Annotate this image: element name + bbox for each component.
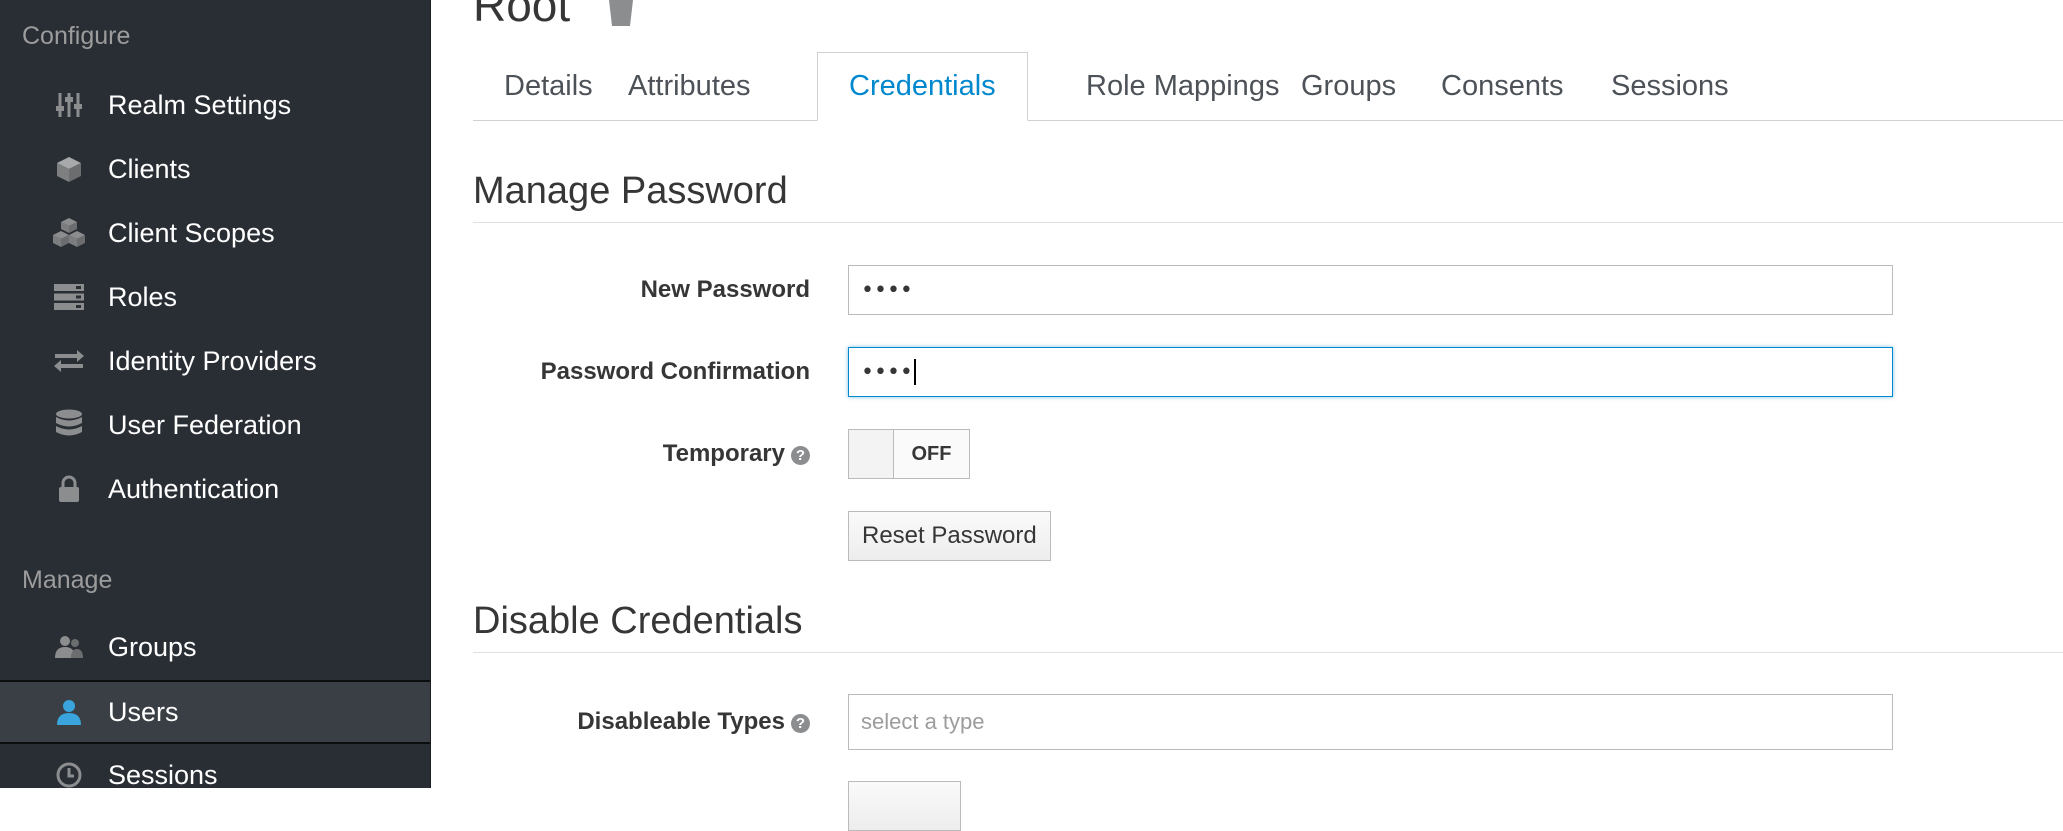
trash-icon[interactable] xyxy=(606,0,636,31)
sidebar-item-label: Authentication xyxy=(108,473,280,504)
sidebar-item-label: Roles xyxy=(108,281,178,312)
manage-section-label: Manage xyxy=(22,566,113,594)
disable-button-partial[interactable] xyxy=(848,781,961,831)
cube-icon xyxy=(52,152,86,186)
sidebar-item-sessions[interactable]: Sessions xyxy=(0,744,430,806)
sidebar-item-groups[interactable]: Groups xyxy=(0,616,430,678)
manage-password-heading: Manage Password xyxy=(473,170,788,212)
disable-credentials-heading: Disable Credentials xyxy=(473,600,803,642)
user-icon xyxy=(52,695,86,729)
sidebar-item-user-federation[interactable]: User Federation xyxy=(0,394,430,456)
sidebar-item-label: Realm Settings xyxy=(108,89,292,120)
lock-icon xyxy=(52,472,86,506)
sidebar-item-label: Sessions xyxy=(108,759,218,790)
configure-section-label: Configure xyxy=(22,22,131,50)
select-placeholder: select a type xyxy=(861,709,985,734)
list-icon xyxy=(52,280,86,314)
new-password-label: New Password xyxy=(473,276,810,304)
password-confirmation-input[interactable]: •••• xyxy=(848,347,1893,397)
sidebar-item-label: Users xyxy=(108,696,179,727)
page-title: Root xyxy=(473,0,571,31)
temporary-label: Temporary? xyxy=(473,440,810,468)
new-password-label-text: New Password xyxy=(640,276,810,303)
tab-consents[interactable]: Consents xyxy=(1410,52,1595,120)
sidebar-item-authentication[interactable]: Authentication xyxy=(0,458,430,520)
section-divider xyxy=(473,652,2063,653)
tab-sessions[interactable]: Sessions xyxy=(1580,52,1760,120)
sidebar-item-realm-settings[interactable]: Realm Settings xyxy=(0,74,430,136)
sidebar-item-roles[interactable]: Roles xyxy=(0,266,430,328)
text-caret xyxy=(913,359,916,385)
main-content: Root Details Attributes Credentials Role… xyxy=(431,0,2063,831)
new-password-input[interactable]: •••• xyxy=(848,265,1893,315)
clock-icon xyxy=(52,758,86,792)
disableable-types-label-text: Disableable Types xyxy=(577,708,785,735)
toggle-knob xyxy=(849,430,894,478)
sidebar-item-client-scopes[interactable]: Client Scopes xyxy=(0,202,430,264)
sidebar-item-identity-providers[interactable]: Identity Providers xyxy=(0,330,430,392)
sidebar-item-label: Client Scopes xyxy=(108,217,275,248)
sidebar-item-clients[interactable]: Clients xyxy=(0,138,430,200)
exchange-icon xyxy=(52,344,86,378)
tab-credentials[interactable]: Credentials xyxy=(817,52,1028,121)
sidebar: Configure Realm Settings Clients Client … xyxy=(0,0,431,790)
tab-groups[interactable]: Groups xyxy=(1270,52,1427,120)
password-confirmation-value: •••• xyxy=(861,359,913,385)
tab-bar: Details Attributes Credentials Role Mapp… xyxy=(473,52,2063,121)
sidebar-item-label: Clients xyxy=(108,153,191,184)
users-icon xyxy=(52,630,86,664)
temporary-label-text: Temporary xyxy=(662,440,785,467)
help-icon[interactable]: ? xyxy=(791,714,810,733)
tab-attributes[interactable]: Attributes xyxy=(597,52,782,120)
reset-password-button[interactable]: Reset Password xyxy=(848,511,1051,561)
section-divider xyxy=(473,222,2063,223)
new-password-value: •••• xyxy=(861,277,913,303)
toggle-state: OFF xyxy=(894,430,969,478)
sidebar-item-label: User Federation xyxy=(108,409,302,440)
sidebar-item-label: Identity Providers xyxy=(108,345,317,376)
sidebar-item-users[interactable]: Users xyxy=(0,680,430,744)
help-icon[interactable]: ? xyxy=(791,446,810,465)
database-icon xyxy=(52,408,86,442)
sliders-icon xyxy=(52,88,86,122)
password-confirmation-label-text: Password Confirmation xyxy=(540,358,810,385)
disableable-types-label: Disableable Types? xyxy=(444,708,810,736)
disableable-types-select[interactable]: select a type xyxy=(848,694,1893,750)
password-confirmation-label: Password Confirmation xyxy=(473,358,810,386)
cubes-icon xyxy=(52,216,86,250)
temporary-toggle[interactable]: OFF xyxy=(848,429,970,479)
sidebar-item-label: Groups xyxy=(108,631,197,662)
